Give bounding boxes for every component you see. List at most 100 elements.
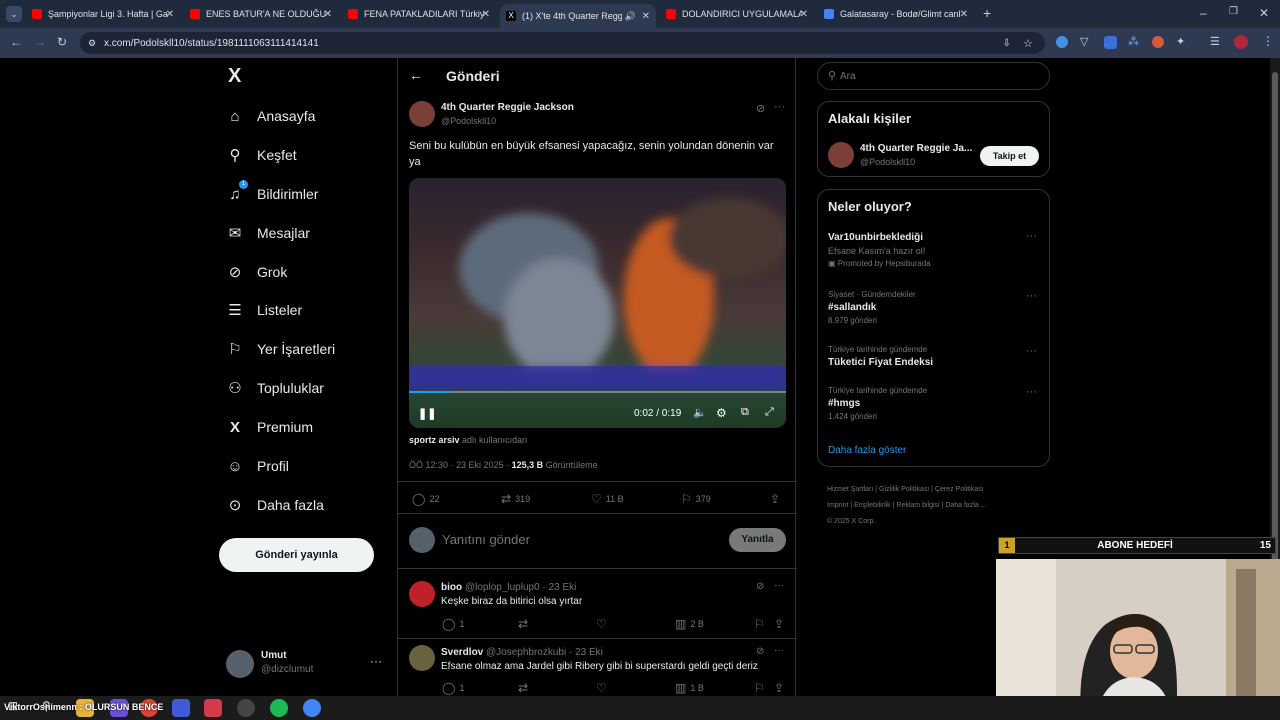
url-input[interactable]: ⚙ x.com/Podolskll10/status/1981111063111… (80, 32, 1045, 54)
reply-input[interactable]: Yanıtını gönder (442, 532, 530, 547)
extension-icon[interactable] (1104, 36, 1117, 49)
browser-tab[interactable]: Galatasaray - Bodø/Glimt canlı ✕ (818, 4, 974, 24)
sidebar-item-more[interactable]: ⊙ Daha fazla (226, 496, 324, 514)
author-name[interactable]: 4th Quarter Reggie Jackson (441, 102, 574, 113)
repost-action[interactable]: ⇄ (518, 681, 532, 695)
more-dots-icon[interactable]: ··· (774, 645, 784, 656)
sidebar-item-premium[interactable]: X Premium (226, 418, 313, 436)
footer-link[interactable]: Hizmet Şartları (827, 486, 873, 493)
sidebar-item-grok[interactable]: ⊘ Grok (226, 263, 288, 281)
sidebar-item-home[interactable]: ⌂ Anasayfa (226, 107, 315, 125)
extension-icon[interactable]: ▽ (1080, 35, 1088, 48)
sidebar-item-explore[interactable]: ⚲ Keşfet (226, 146, 297, 164)
scrollbar-thumb[interactable] (1272, 72, 1278, 592)
more-dots-icon[interactable]: ··· (774, 101, 785, 113)
reply-author[interactable]: Sverdlov (441, 647, 483, 658)
like-action[interactable]: ♡ 11 B (591, 492, 624, 506)
trend-item[interactable]: Siyaset · Gündemdekiler #sallandık 8.979… (828, 290, 1041, 325)
extension-icon[interactable] (1056, 36, 1068, 48)
sidebar-item-bookmarks[interactable]: ⚐ Yer İşaretleri (226, 340, 335, 358)
close-tab-icon[interactable]: ✕ (960, 9, 968, 20)
restore-icon[interactable]: ❐ (1229, 6, 1238, 17)
speaker-icon[interactable]: 🔊 (625, 11, 636, 22)
reply-author[interactable]: bioo (441, 582, 462, 593)
repost-action[interactable]: ⇄ 319 (501, 492, 530, 506)
close-tab-icon[interactable]: ✕ (800, 9, 808, 20)
chrome-icon[interactable] (303, 699, 321, 717)
bookmark-action[interactable]: ⚐ (754, 681, 769, 695)
grok-icon[interactable]: ⊘ (756, 102, 765, 115)
reply-button[interactable]: Yanıtla (729, 528, 786, 552)
more-dots-icon[interactable]: ··· (774, 580, 784, 591)
pip-icon[interactable]: ⧉ (741, 406, 749, 419)
post-button[interactable]: Gönderi yayınla (219, 538, 374, 572)
sidebar-toggle-icon[interactable]: ☰ (1210, 35, 1220, 48)
volume-icon[interactable]: 🔈 (693, 406, 707, 419)
x-logo-icon[interactable]: X (228, 65, 241, 88)
back-arrow-icon[interactable]: ← (409, 67, 423, 83)
extension-icon[interactable]: ⁂ (1128, 35, 1139, 48)
trend-item[interactable]: Türkiye tarihinde gündemde Tüketici Fiya… (828, 345, 1041, 368)
sidebar-item-communities[interactable]: ⚇ Topluluklar (226, 379, 324, 397)
source-user[interactable]: sportz arsiv (409, 435, 460, 445)
browser-tab[interactable]: ENES BATUR'A NE OLDUĞUNU ✕ (184, 4, 338, 24)
footer-link[interactable]: Çerez Politikası (935, 486, 984, 493)
puzzle-icon[interactable]: ✦ (1176, 35, 1185, 48)
like-action[interactable]: ♡ (596, 681, 611, 695)
avatar[interactable] (828, 142, 854, 168)
more-dots-icon[interactable]: ··· (1026, 290, 1037, 302)
reply-item[interactable]: Sverdlov @Josephbrozkubi · 23 Eki ⊘ ··· … (398, 639, 797, 696)
tab-search-icon[interactable]: ⌄ (6, 6, 22, 22)
trend-item[interactable]: Türkiye tarihinde gündemde #hmgs 1.424 g… (828, 386, 1041, 421)
show-more-link[interactable]: Daha fazla göster (828, 445, 906, 456)
share-action[interactable]: ⇪ (774, 617, 788, 631)
browser-tab[interactable]: DOLANDIRICI UYGULAMALAR ✕ (660, 4, 814, 24)
footer-link[interactable]: Daha fazla ... (945, 502, 986, 509)
reply-action[interactable]: ◯ 1 (442, 681, 464, 695)
footer-link[interactable]: Gizlilik Politikası (879, 486, 929, 493)
bookmark-action[interactable]: ⚐ 379 (681, 492, 711, 506)
close-tab-icon[interactable]: ✕ (166, 9, 174, 20)
footer-link[interactable]: Erişilebilirlik (854, 502, 891, 509)
browser-tab-active[interactable]: X (1) X'te 4th Quarter Reggie 🔊 ✕ (500, 4, 656, 28)
reload-icon[interactable]: ↻ (57, 35, 67, 49)
sidebar-item-notifications[interactable]: ♫ 1 Bildirimler (226, 180, 318, 203)
sidebar-item-profile[interactable]: ☺ Profil (226, 457, 289, 475)
spotify-icon[interactable] (270, 699, 288, 717)
like-action[interactable]: ♡ (596, 617, 611, 631)
related-name[interactable]: 4th Quarter Reggie Ja... (860, 143, 972, 154)
close-tab-icon[interactable]: ✕ (642, 11, 650, 22)
share-action[interactable]: ⇪ (774, 681, 788, 695)
author-handle[interactable]: @Podolskll10 (441, 116, 496, 126)
grok-icon[interactable]: ⊘ (756, 581, 764, 592)
close-window-icon[interactable]: ✕ (1259, 6, 1269, 20)
pause-icon[interactable]: ❚❚ (418, 407, 436, 420)
post-timestamp[interactable]: ÖÖ 12:30 · 23 Eki 2025 · (409, 460, 509, 470)
sidebar-item-lists[interactable]: ☰ Listeler (226, 301, 302, 319)
extension-icon[interactable] (1152, 36, 1164, 48)
more-dots-icon[interactable]: ··· (1026, 230, 1037, 242)
trend-item[interactable]: Var10unbirbeklediği Efsane Kasım'a hazır… (828, 232, 1041, 268)
more-dots-icon[interactable]: ··· (1026, 386, 1037, 398)
footer-link[interactable]: Reklam bilgisi (896, 502, 939, 509)
views-action[interactable]: ▥ 1 B (675, 681, 704, 695)
browser-tab[interactable]: Şampiyonlar Ligi 3. Hafta | Gala ✕ (26, 4, 180, 24)
minimize-icon[interactable]: – (1200, 6, 1207, 20)
share-action[interactable]: ⇪ (770, 492, 784, 506)
taskbar-app-icon[interactable] (172, 699, 190, 717)
search-input[interactable]: ⚲ Ara (817, 62, 1050, 90)
bookmark-action[interactable]: ⚐ (754, 617, 769, 631)
follow-button[interactable]: Takip et (980, 146, 1039, 166)
grok-icon[interactable]: ⊘ (756, 646, 764, 657)
reply-item[interactable]: bioo @loplop_luplup0 · 23 Eki ⊘ ··· Keşk… (398, 569, 797, 638)
close-tab-icon[interactable]: ✕ (324, 9, 332, 20)
install-icon[interactable]: ⇩ (1003, 38, 1011, 49)
video-player[interactable]: ❚❚ 0:02 / 0:19 🔈 ⚙ ⧉ ⤢ (409, 178, 786, 428)
more-dots-icon[interactable]: ··· (1026, 345, 1037, 357)
reply-action[interactable]: ◯ 1 (442, 617, 464, 631)
new-tab-icon[interactable]: + (983, 5, 991, 21)
back-icon[interactable]: ← (10, 35, 22, 49)
fullscreen-icon[interactable]: ⤢ (765, 406, 774, 419)
repost-action[interactable]: ⇄ (518, 617, 532, 631)
reply-action[interactable]: ◯ 22 (412, 492, 439, 506)
